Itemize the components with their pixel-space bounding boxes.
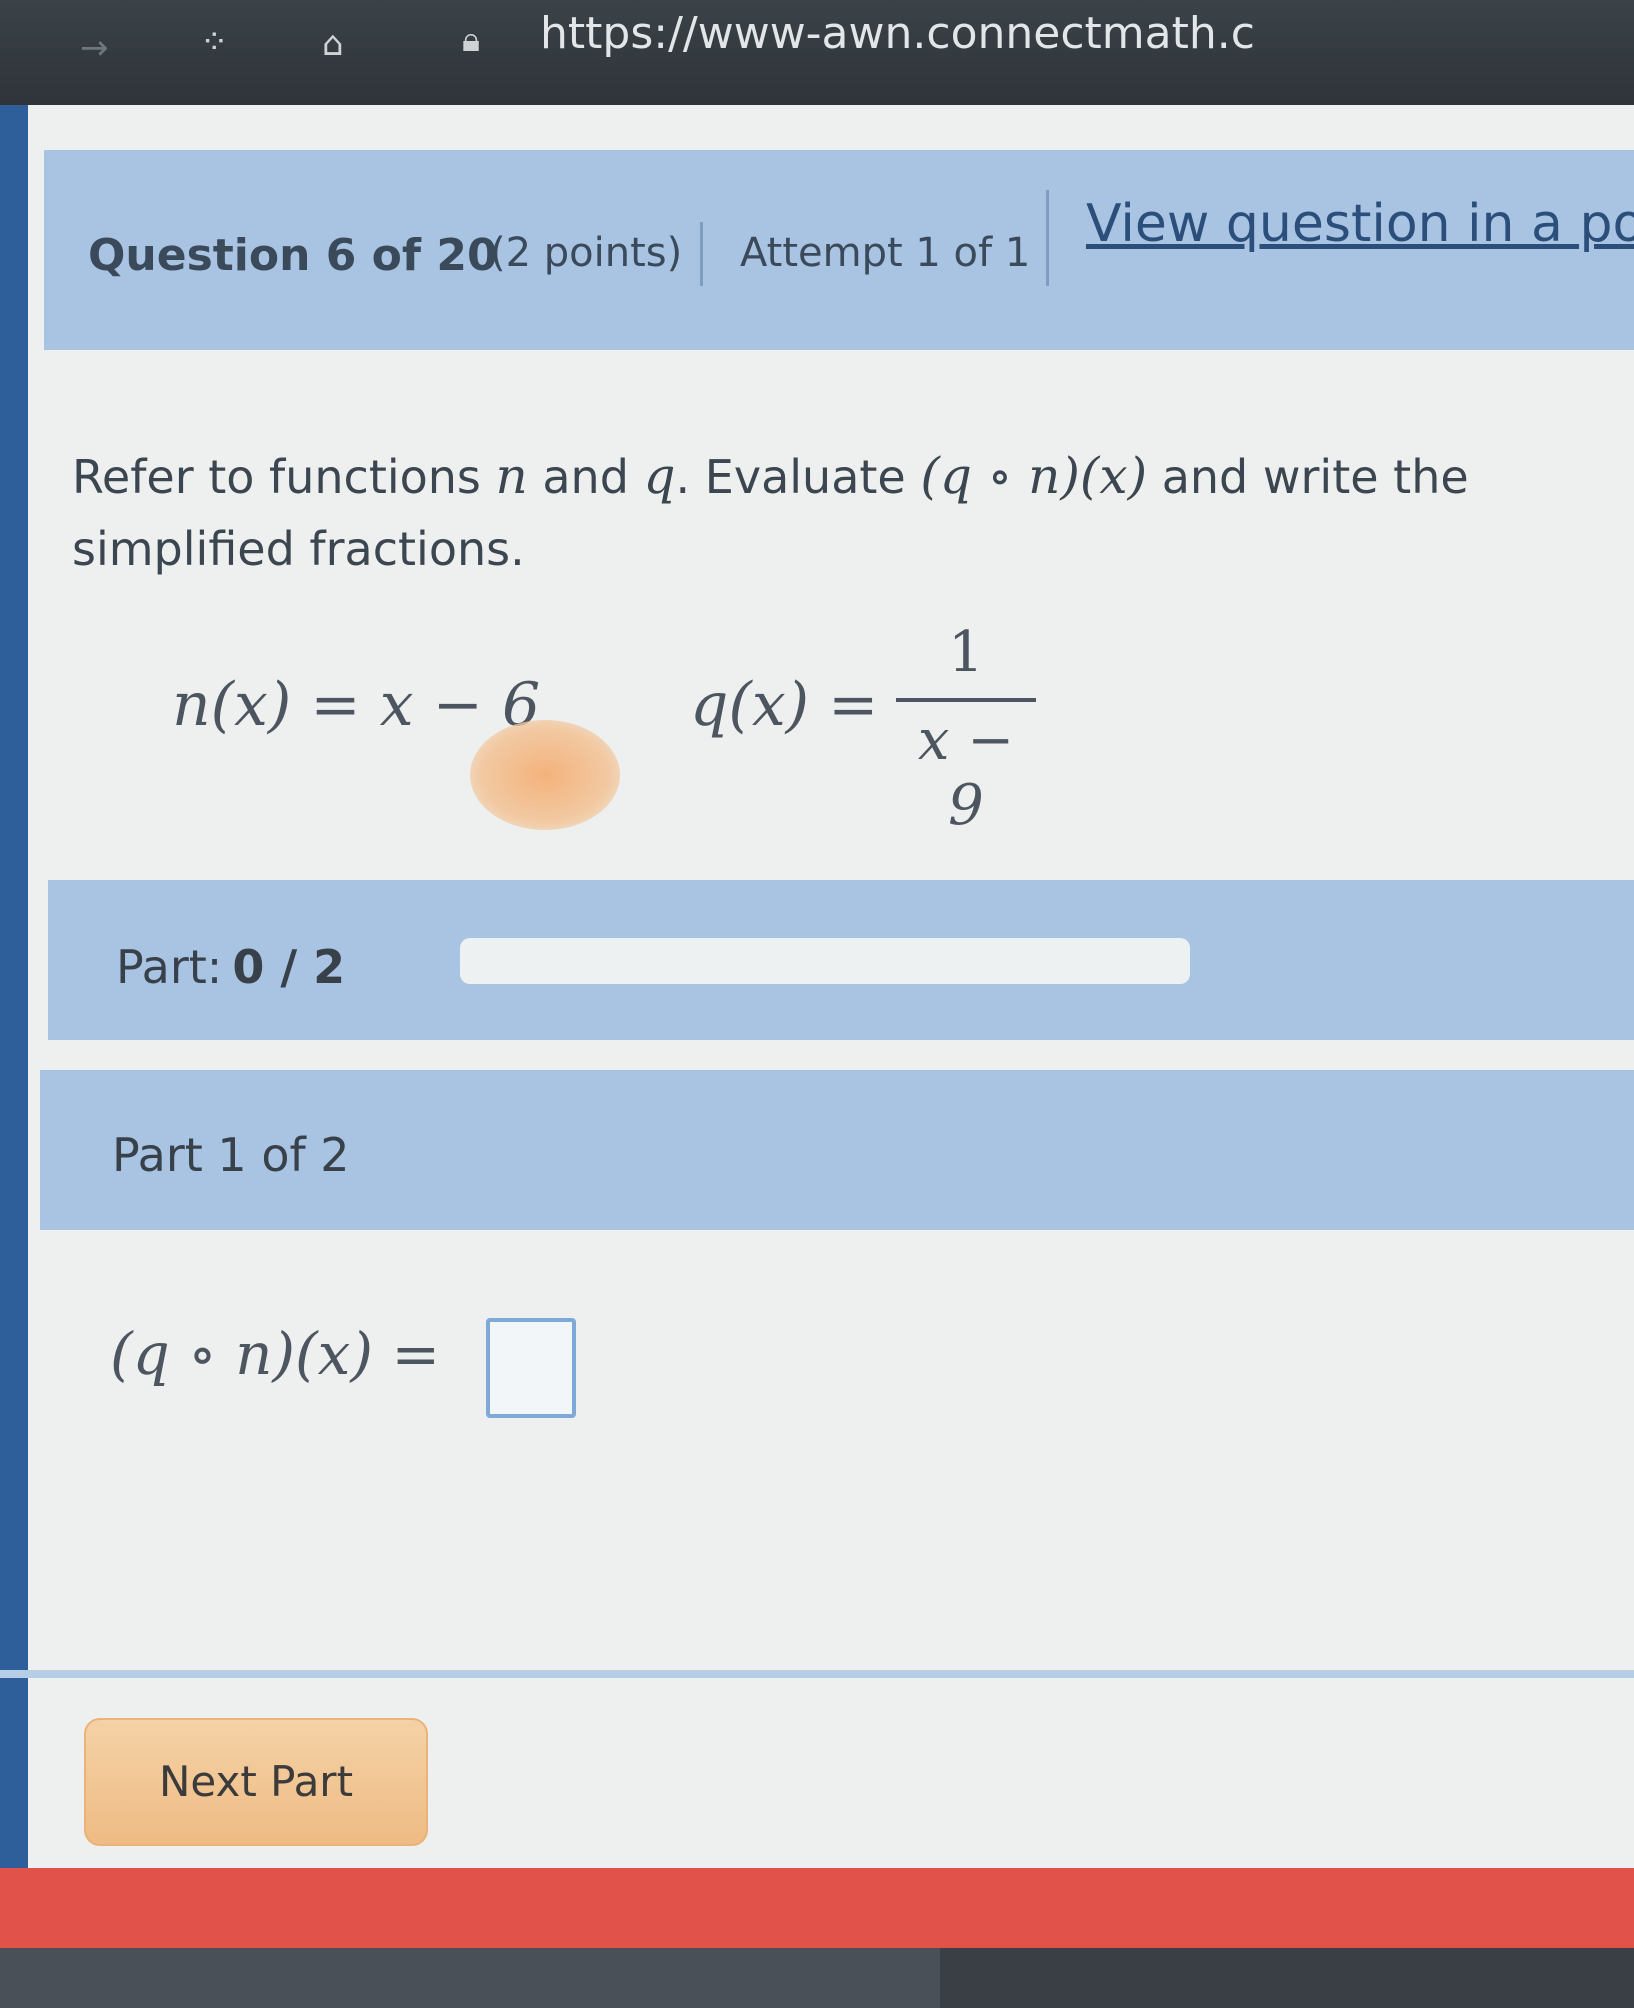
fraction-denominator: x − 9 (917, 708, 1015, 838)
part-header: Part 1 of 2 (40, 1070, 1634, 1230)
taskbar-search[interactable] (0, 1948, 940, 2008)
view-question-popup-link[interactable]: View question in a po (1086, 194, 1634, 254)
back-arrow-icon[interactable]: → (80, 28, 109, 68)
progress-track (460, 938, 1190, 984)
taskbar (0, 1948, 1634, 2008)
part-progress-prefix: Part: (116, 940, 223, 994)
attempt-counter: Attempt 1 of 1 (740, 230, 1031, 276)
header-divider (1046, 190, 1049, 286)
browser-toolbar: → ⁘ ⌂ 🔒︎ https://www-awn.connectmath.c (0, 0, 1634, 105)
function-n-definition: n(x) = x − 6 (172, 670, 541, 740)
prompt-text: Refer to functions (72, 450, 481, 504)
section-divider (0, 1670, 1634, 1678)
answer-expression: (q ∘ n)(x) = (110, 1320, 441, 1388)
question-prompt: Refer to functions n and q. Evaluate (q … (72, 440, 1632, 585)
var-n: n (495, 447, 528, 505)
lock-icon: 🔒︎ (462, 20, 481, 60)
loading-icon: ⁘ (200, 22, 229, 62)
header-divider (700, 222, 703, 286)
prompt-text-end: and write the (1161, 450, 1469, 504)
question-points: (2 points) (490, 230, 683, 276)
composition-expression: (q ∘ n)(x) (920, 447, 1148, 505)
part-progress-label: Part: 0 / 2 (116, 940, 345, 994)
red-footer-bar (0, 1868, 1634, 1948)
part-progress-value: 0 / 2 (232, 940, 346, 994)
question-number: Question 6 of 20 (88, 230, 498, 281)
part-title: Part 1 of 2 (112, 1128, 350, 1182)
function-q-fraction: 1 x − 9 (896, 620, 1036, 838)
address-bar-url[interactable]: https://www-awn.connectmath.c (540, 8, 1255, 59)
function-q-lhs: q(x) = (690, 670, 879, 740)
next-part-button[interactable]: Next Part (84, 1718, 428, 1846)
part-progress-bar: Part: 0 / 2 (48, 880, 1634, 1040)
left-rail (0, 105, 28, 1935)
answer-input[interactable] (486, 1318, 576, 1418)
prompt-evaluate: . Evaluate (675, 450, 906, 504)
glare-spot (470, 720, 620, 830)
var-q: q (643, 447, 676, 505)
prompt-line2: simplified fractions. (72, 522, 525, 576)
fraction-bar (896, 698, 1036, 702)
home-icon[interactable]: ⌂ (322, 24, 344, 64)
prompt-and: and (542, 450, 629, 504)
fraction-numerator: 1 (948, 620, 984, 685)
question-header: Question 6 of 20 (2 points) Attempt 1 of… (44, 150, 1634, 350)
